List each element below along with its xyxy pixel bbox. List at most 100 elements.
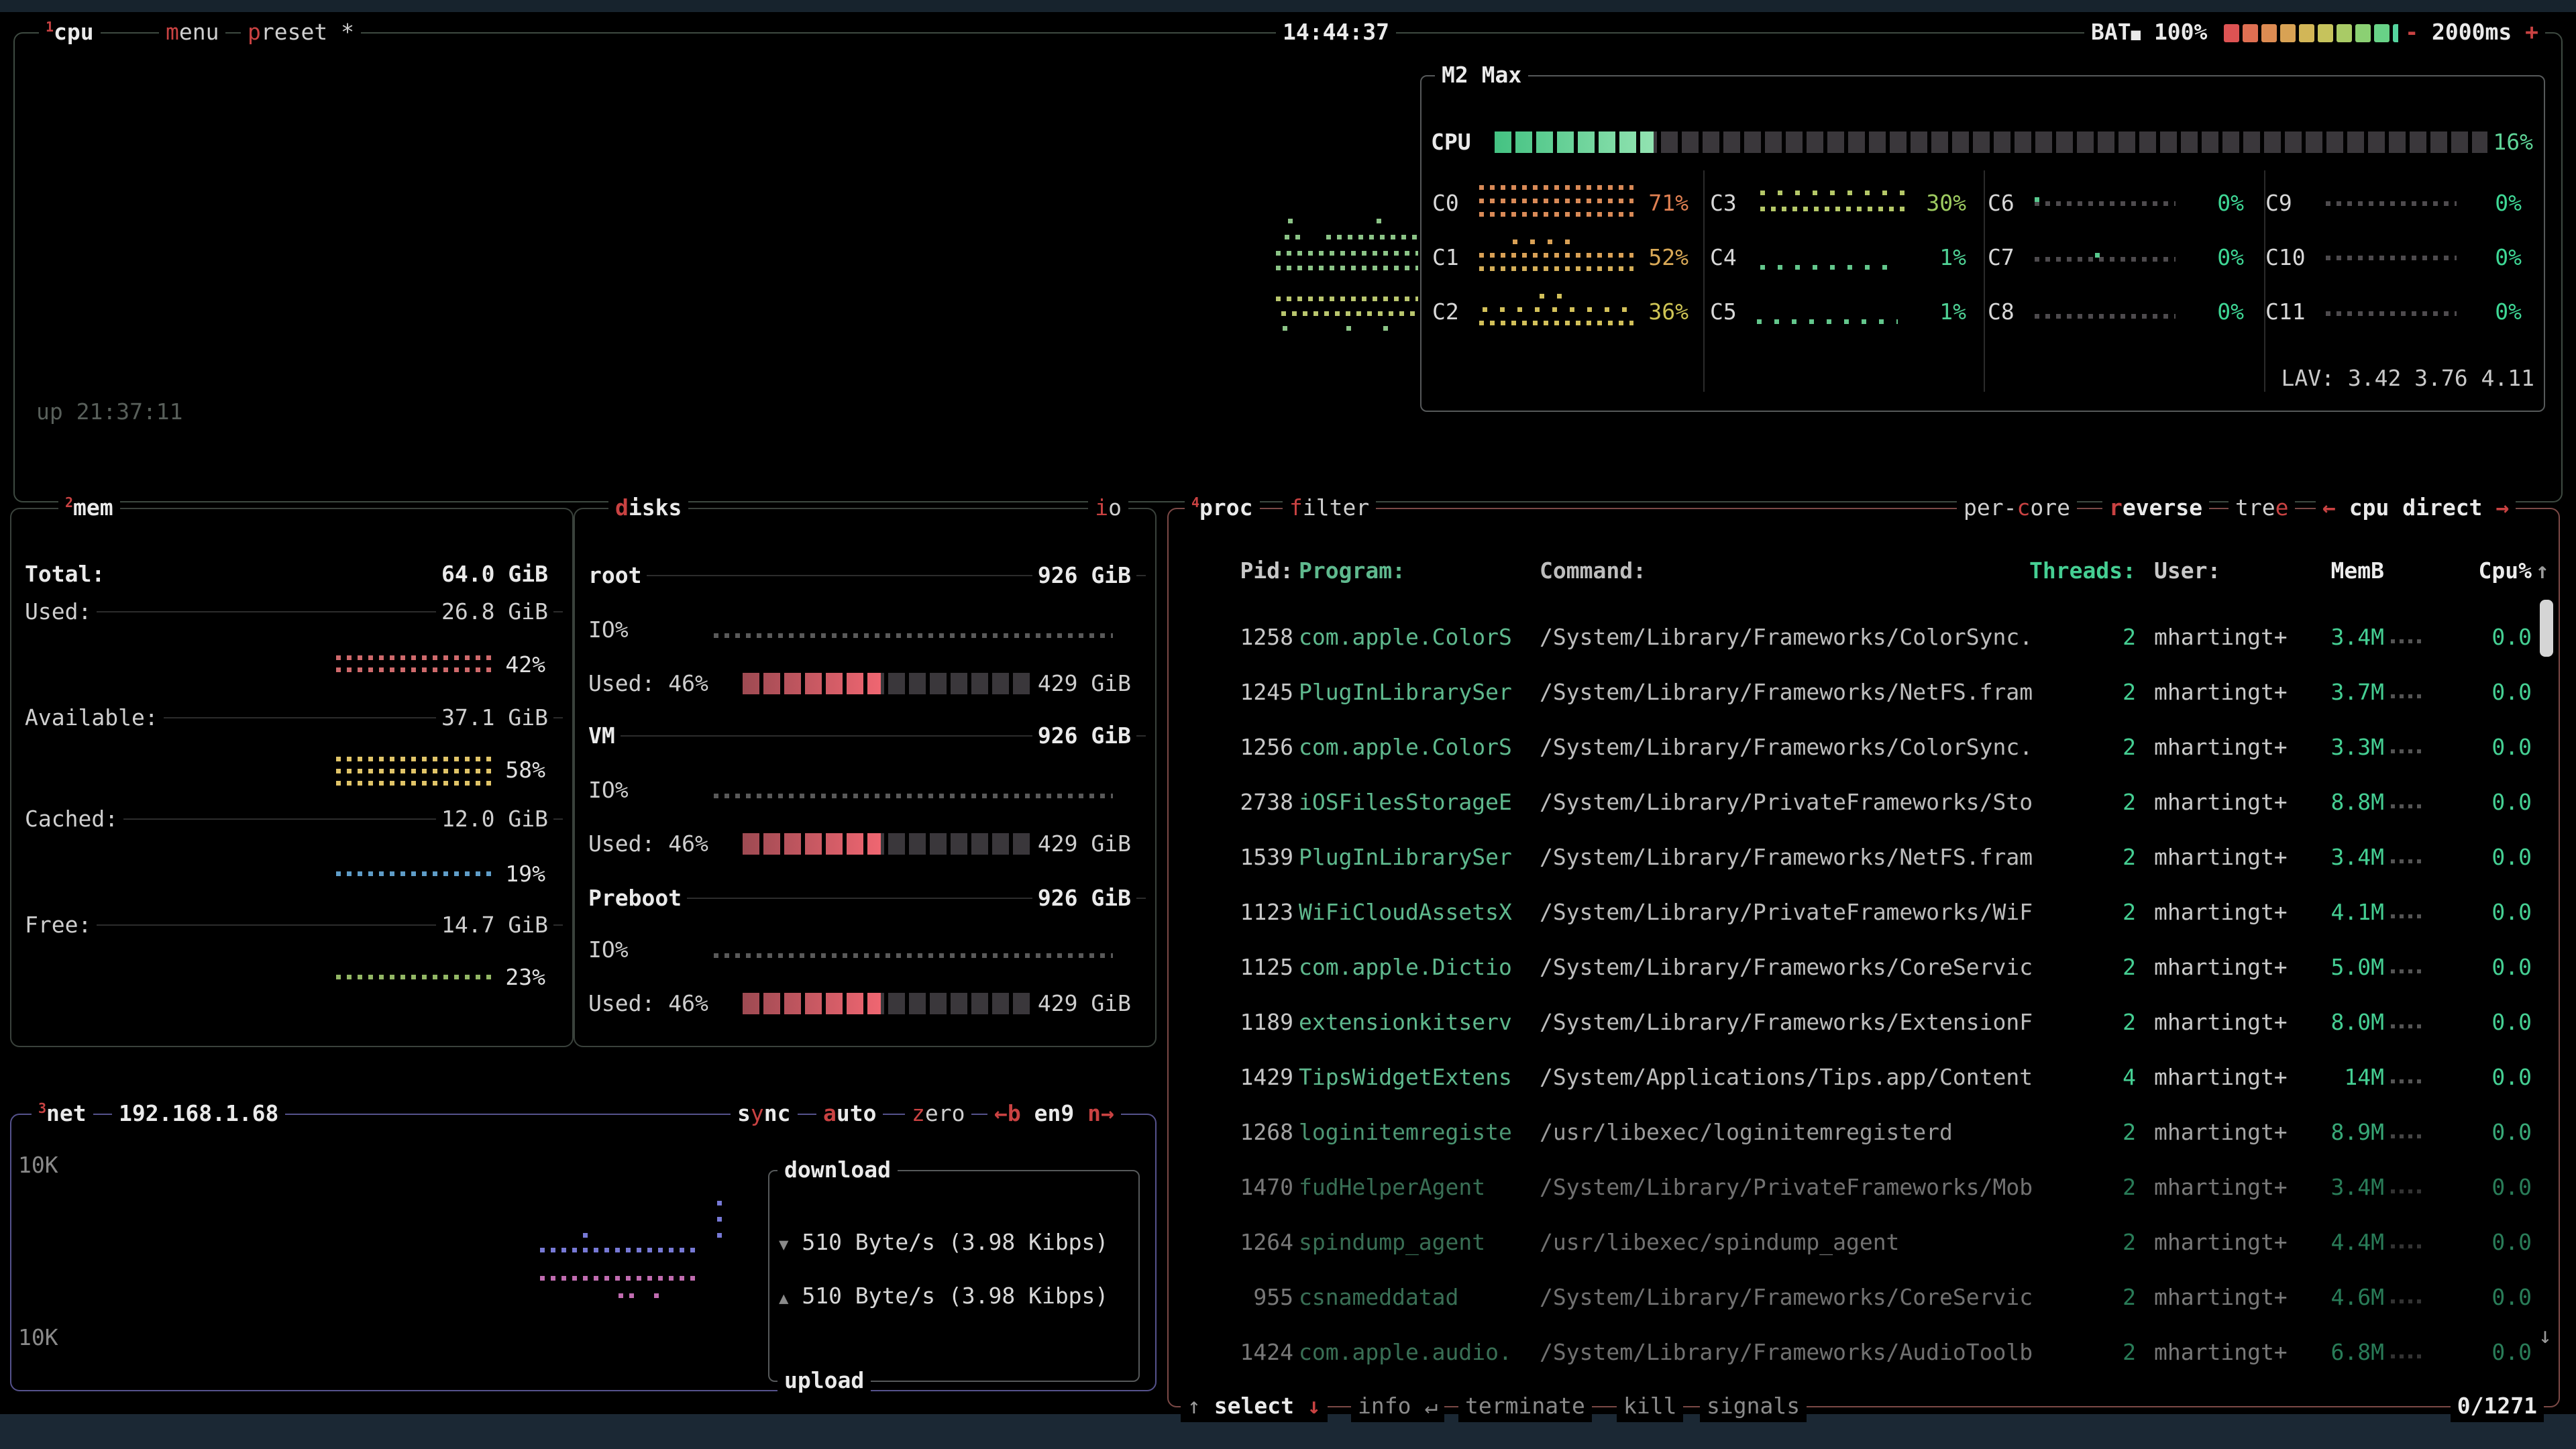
graph-dot-line [1483, 307, 1633, 312]
cell-cpu: 0.0 [2431, 940, 2532, 995]
proc-percore-button[interactable]: per-core [1957, 492, 2077, 524]
graph-dot-line [714, 953, 1113, 958]
proc-sort-left-button[interactable]: ← [2322, 494, 2336, 521]
net-prev-interface-button[interactable]: ←b [994, 1100, 1021, 1126]
graph-dot-line [1760, 207, 1908, 211]
core-name: C4 [1710, 230, 1737, 284]
core-name: C10 [2265, 230, 2306, 284]
tab-io[interactable]: io [1088, 492, 1128, 524]
download-title: download [777, 1154, 898, 1186]
proc-select-control[interactable]: ↑ select ↓ [1181, 1390, 1328, 1422]
table-row[interactable]: 1470 fudHelperAgent /System/Library/Priv… [1179, 1160, 2548, 1215]
tab-net[interactable]: 3net [32, 1097, 93, 1130]
cell-program: loginitemregiste [1299, 1105, 1512, 1160]
preset-button[interactable]: preset * [241, 16, 361, 48]
proc-filter-button[interactable]: filter [1283, 492, 1376, 524]
net-sync-button[interactable]: sync [731, 1097, 798, 1130]
table-row[interactable]: 1123 WiFiCloudAssetsX /System/Library/Pr… [1179, 885, 2548, 940]
core-name: C9 [2265, 176, 2292, 230]
mem-entry-row: Cached:12.0 GiB [19, 804, 564, 834]
cell-pid: 1429 [1206, 1050, 1293, 1105]
battery-block [2355, 24, 2371, 42]
proc-tree-button[interactable]: tree [2229, 492, 2295, 524]
proc-terminate-button[interactable]: terminate [1458, 1390, 1592, 1422]
cell-command: /System/Library/PrivateFrameworks/Sto [1540, 775, 2033, 830]
interval-decrease-button[interactable]: - [2405, 19, 2418, 45]
table-row[interactable]: 1424 com.apple.audio. /System/Library/Fr… [1179, 1325, 2548, 1380]
mem-total-value: 64.0 GiB [436, 559, 553, 589]
battery-block [2299, 24, 2314, 42]
core-cell: C0 71% [1427, 176, 1705, 230]
cpu-panel: 1cpu menu preset * 14:44:37 BAT■ 100% - … [13, 32, 2563, 502]
graph-dot-line [1760, 265, 1894, 270]
menu-button[interactable]: menu [159, 16, 225, 48]
disks-panel: disks io root926 GiBIO%Used: 46%429 GiBV… [574, 508, 1157, 1047]
header-command[interactable]: Command: [1540, 552, 1646, 590]
header-cpu[interactable]: Cpu% [2431, 552, 2532, 590]
tab-proc[interactable]: 4proc [1185, 492, 1260, 524]
proc-reverse-button[interactable]: reverse [2102, 492, 2209, 524]
core-cell: C5 1% [1705, 284, 1982, 339]
proc-kill-button[interactable]: kill [1617, 1390, 1683, 1422]
graph-dot-line [1760, 191, 1904, 195]
proc-scrollbar[interactable] [2540, 600, 2553, 657]
proc-signals-button[interactable]: signals [1700, 1390, 1807, 1422]
core-usage-pct: 30% [1892, 176, 1966, 230]
table-row[interactable]: 1189 extensionkitserv /System/Library/Fr… [1179, 995, 2548, 1050]
table-row[interactable]: 1539 PlugInLibrarySer /System/Library/Fr… [1179, 830, 2548, 885]
table-row[interactable]: 1264 spindump_agent /usr/libexec/spindum… [1179, 1215, 2548, 1270]
tab-disks[interactable]: disks [608, 492, 688, 524]
graph-dot-line [1479, 253, 1633, 258]
net-auto-button[interactable]: auto [816, 1097, 883, 1130]
cell-command: /System/Library/Frameworks/NetFS.fram [1540, 665, 2033, 720]
graph-dot-line [1276, 251, 1418, 256]
table-row[interactable]: 1125 com.apple.Dictio /System/Library/Fr… [1179, 940, 2548, 995]
cell-memb: 8.0M [2239, 995, 2384, 1050]
table-row[interactable]: 2738 iOSFilesStorageE /System/Library/Pr… [1179, 775, 2548, 830]
cell-memb: 3.4M [2239, 1160, 2384, 1215]
mem-entry-pct: 42% [505, 650, 545, 680]
mem-graph-dots [2391, 969, 2426, 973]
header-memb[interactable]: MemB [2239, 552, 2384, 590]
core-cell: C4 1% [1705, 230, 1982, 284]
select-down-icon[interactable]: ↓ [1307, 1393, 1321, 1419]
core-usage-pct: 1% [1892, 230, 1966, 284]
core-cell: C2 36% [1427, 284, 1705, 339]
graph-dot-line [336, 975, 492, 979]
tab-mem-hotkey: 2 [65, 486, 73, 519]
header-pid[interactable]: Pid: [1206, 552, 1293, 590]
cell-pid: 1268 [1206, 1105, 1293, 1160]
mem-graph-dots [2391, 639, 2426, 643]
tab-mem[interactable]: 2mem [58, 492, 120, 524]
table-row[interactable]: 1245 PlugInLibrarySer /System/Library/Fr… [1179, 665, 2548, 720]
cell-cpu: 0.0 [2431, 1270, 2532, 1325]
select-up-icon[interactable]: ↑ [1187, 1393, 1201, 1419]
tab-cpu[interactable]: 1cpu [39, 16, 101, 48]
proc-info-button[interactable]: info ↵ [1351, 1390, 1444, 1422]
graph-dot-line [1383, 326, 1391, 331]
mem-graph-dots [2391, 859, 2426, 863]
graph-dot-line [583, 1233, 590, 1238]
cell-cpu: 0.0 [2431, 665, 2532, 720]
table-row[interactable]: 1256 com.apple.ColorS /System/Library/Fr… [1179, 720, 2548, 775]
table-row[interactable]: 1268 loginitemregiste /usr/libexec/login… [1179, 1105, 2548, 1160]
cell-pid: 1256 [1206, 720, 1293, 775]
header-threads[interactable]: Threads: [2029, 552, 2136, 590]
core-cell: C7 0% [1982, 230, 2260, 284]
net-zero-button[interactable]: zero [905, 1097, 971, 1130]
cell-command: /System/Library/Frameworks/AudioToolb [1540, 1325, 2033, 1380]
net-next-interface-button[interactable]: n→ [1087, 1100, 1114, 1126]
proc-sort-right-button[interactable]: → [2496, 494, 2509, 521]
core-usage-pct: 0% [2170, 284, 2244, 339]
table-row[interactable]: 1429 TipsWidgetExtens /System/Applicatio… [1179, 1050, 2548, 1105]
header-user[interactable]: User: [2154, 552, 2220, 590]
table-row[interactable]: 955 csnameddatad /System/Library/Framewo… [1179, 1270, 2548, 1325]
cell-cpu: 0.0 [2431, 610, 2532, 665]
cell-pid: 1539 [1206, 830, 1293, 885]
interval-increase-button[interactable]: + [2525, 19, 2538, 45]
cpu-core-panel: M2 Max CPU 16% C0 71% C1 52% C2 36% C3 3… [1420, 75, 2545, 412]
mem-graph-dots [2391, 1299, 2426, 1303]
header-program[interactable]: Program: [1299, 552, 1405, 590]
table-row[interactable]: 1258 com.apple.ColorS /System/Library/Fr… [1179, 610, 2548, 665]
mem-entry-pct: 58% [505, 755, 545, 785]
